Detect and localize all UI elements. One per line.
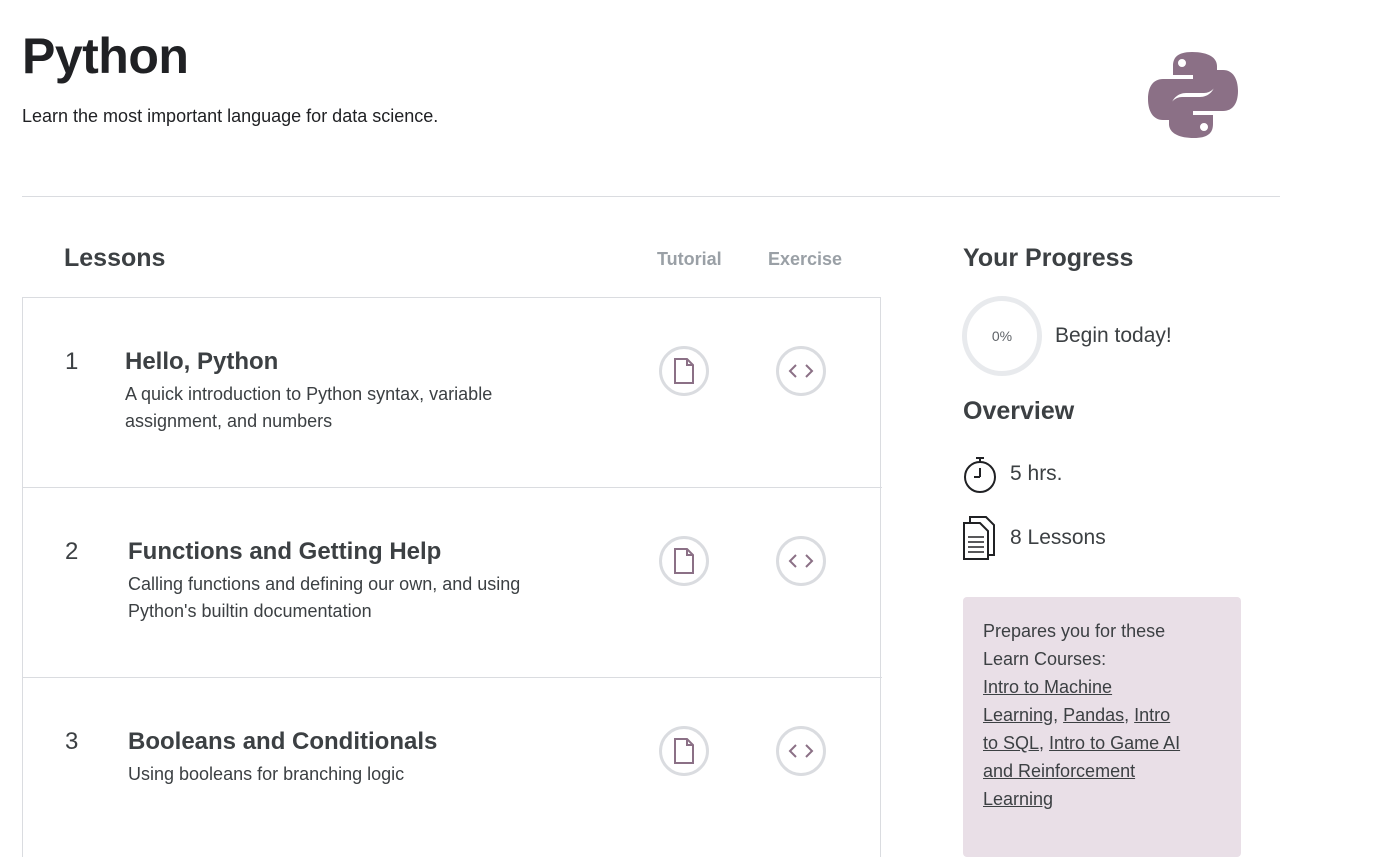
lessons-heading: Lessons <box>64 244 166 272</box>
exercise-button[interactable] <box>776 536 826 586</box>
code-icon <box>788 554 814 568</box>
tutorial-button[interactable] <box>659 536 709 586</box>
lesson-number: 1 <box>65 348 79 375</box>
page-subtitle: Learn the most important language for da… <box>22 106 439 126</box>
stopwatch-icon <box>964 457 996 493</box>
progress-heading: Your Progress <box>963 244 1134 272</box>
progress-ring: 0% <box>962 296 1042 376</box>
document-icon <box>674 548 694 574</box>
overview-heading: Overview <box>963 397 1075 425</box>
exercise-button[interactable] <box>776 726 826 776</box>
code-icon <box>788 744 814 758</box>
duration-text: 5 hrs. <box>1010 462 1063 485</box>
header-divider <box>22 196 1280 197</box>
document-icon <box>674 358 694 384</box>
lesson-description: Calling functions and defining our own, … <box>128 574 521 621</box>
lesson-number: 3 <box>65 728 79 755</box>
lesson-list: 1 Hello, Python A quick introduction to … <box>22 297 882 857</box>
exercise-button[interactable] <box>776 346 826 396</box>
lessons-count-text: 8 Lessons <box>1010 526 1106 549</box>
lesson-row-3[interactable]: 3 Booleans and Conditionals Using boolea… <box>23 678 882 868</box>
page-title: Python <box>22 28 189 84</box>
code-icon <box>788 364 814 378</box>
course-link-pandas[interactable]: Pandas <box>1063 705 1124 725</box>
exercise-column-header: Exercise <box>768 249 843 269</box>
tutorial-button[interactable] <box>659 726 709 776</box>
prepares-intro: Prepares you for these Learn Courses: <box>983 621 1166 669</box>
document-icon <box>674 738 694 764</box>
python-logo-icon <box>1148 52 1238 138</box>
lesson-description: A quick introduction to Python syntax, v… <box>125 384 493 431</box>
progress-status: Begin today! <box>1055 324 1172 347</box>
lesson-description: Using booleans for branching logic <box>128 764 405 784</box>
prepares-box: Prepares you for these Learn Courses: In… <box>963 597 1241 857</box>
progress-percent: 0% <box>991 328 1013 344</box>
document-stack-icon <box>963 516 995 560</box>
lesson-title-link[interactable]: Booleans and Conditionals <box>128 728 437 756</box>
lesson-title-link[interactable]: Hello, Python <box>125 348 278 376</box>
lesson-number: 2 <box>65 538 79 565</box>
lesson-title-link[interactable]: Functions and Getting Help <box>128 538 441 566</box>
tutorial-button[interactable] <box>659 346 709 396</box>
tutorial-column-header: Tutorial <box>657 249 722 269</box>
lesson-row-1[interactable]: 1 Hello, Python A quick introduction to … <box>23 298 882 488</box>
lesson-row-2[interactable]: 2 Functions and Getting Help Calling fun… <box>23 488 882 678</box>
